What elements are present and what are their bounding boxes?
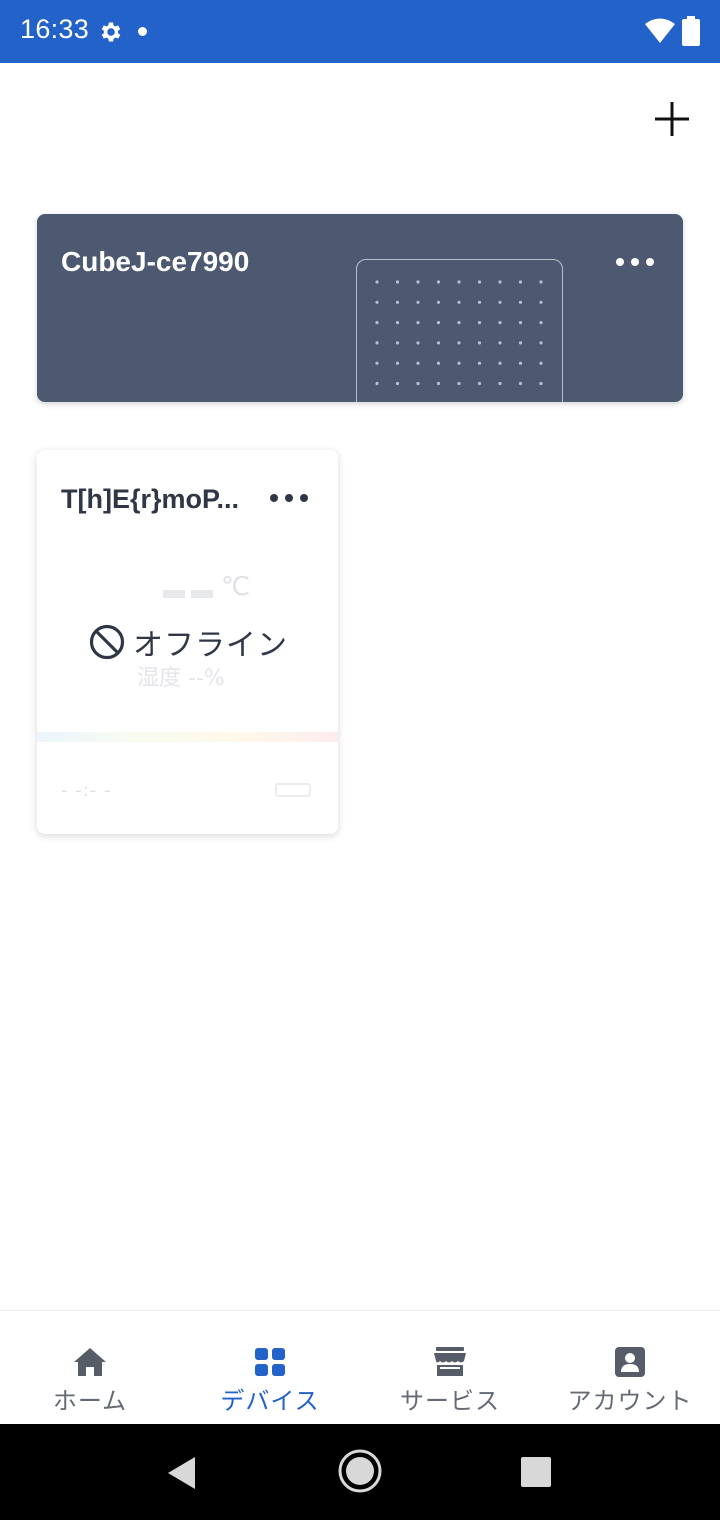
device-name: CubeJ-ce7990: [61, 246, 250, 277]
home-icon: [74, 1348, 106, 1376]
recents-icon[interactable]: [521, 1457, 551, 1487]
prohibited-icon: [89, 624, 125, 660]
account-icon: [615, 1347, 645, 1377]
battery-icon: [682, 16, 700, 46]
temperature-unit: ℃: [221, 572, 251, 602]
nav-label-home: ホーム: [52, 1387, 128, 1415]
devices-grid-icon: [255, 1348, 285, 1376]
nav-item-devices[interactable]: デバイス: [180, 1311, 360, 1425]
hub-device-illustration: [356, 259, 563, 402]
status-bar: 16:33: [0, 0, 720, 63]
nav-label-services: サービス: [400, 1387, 500, 1415]
offline-label: オフライン: [133, 628, 288, 663]
temperature-color-strip: [37, 732, 338, 742]
nav-label-account: アカウント: [567, 1387, 693, 1415]
back-icon[interactable]: [165, 1455, 199, 1491]
device-name: T[h]E{r}moP...: [61, 484, 240, 514]
battery-level-icon: [275, 783, 311, 797]
offline-status: オフライン: [89, 622, 288, 663]
home-circle-icon[interactable]: [337, 1448, 383, 1494]
nav-item-home[interactable]: ホーム: [0, 1311, 180, 1425]
status-time: 16:33: [20, 14, 90, 44]
bottom-navigation: ホーム デバイス サービス アカウント: [0, 1310, 720, 1424]
nav-item-services[interactable]: サービス: [360, 1311, 540, 1425]
more-horizontal-icon[interactable]: [267, 486, 311, 510]
device-card-cube[interactable]: CubeJ-ce7990: [37, 214, 683, 402]
notification-dot-icon: [138, 27, 147, 36]
more-horizontal-icon[interactable]: [613, 248, 657, 276]
device-card-thermometer[interactable]: T[h]E{r}moP... ℃ 湿度 --% オフライン - -:- -: [37, 450, 338, 834]
add-device-button[interactable]: [650, 97, 694, 141]
wifi-icon: [645, 18, 675, 43]
temperature-placeholder: [163, 590, 213, 598]
gear-icon: [101, 22, 121, 42]
nav-label-devices: デバイス: [220, 1387, 320, 1415]
plus-icon: [655, 102, 689, 136]
last-updated-time: - -:- -: [61, 780, 112, 801]
nav-item-account[interactable]: アカウント: [540, 1311, 720, 1425]
humidity-value: 湿度 --%: [137, 666, 225, 691]
store-icon: [434, 1347, 466, 1376]
